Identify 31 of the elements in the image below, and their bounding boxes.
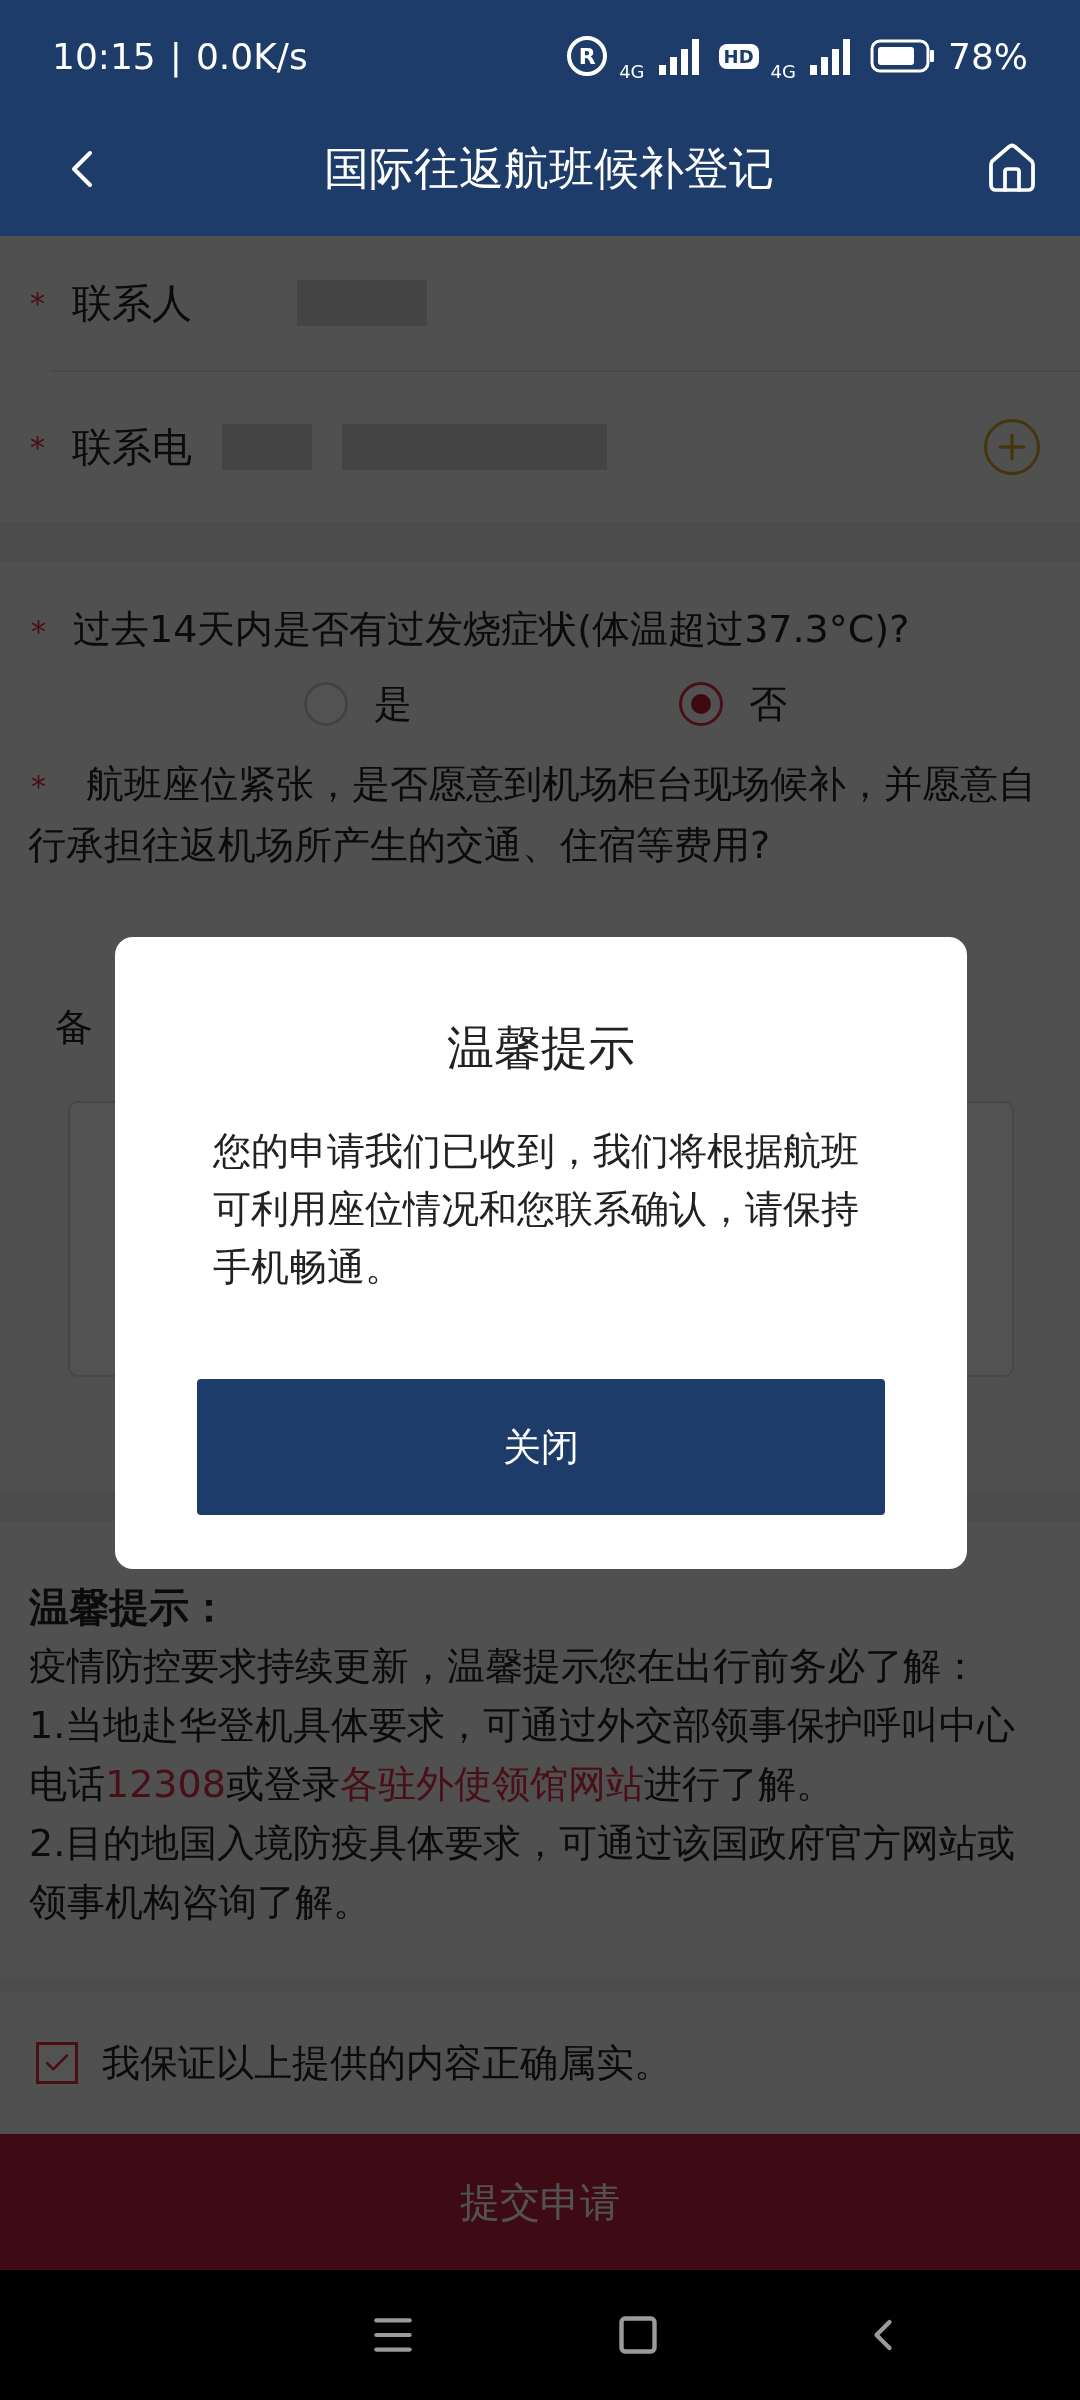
hd-icon: HD — [718, 43, 759, 69]
page-title: 国际往返航班候补登记 — [324, 141, 774, 197]
battery-percent: 78% — [948, 35, 1028, 77]
dialog-title: 温馨提示 — [447, 1019, 635, 1077]
agreement-text: 我保证以上提供的内容正确属实。 — [102, 2039, 672, 2087]
submit-button[interactable]: 提交申请 — [0, 2134, 1080, 2270]
link[interactable]: 各驻外使领馆网站 — [339, 1762, 644, 1806]
battery-icon — [870, 39, 936, 73]
network-type: 4G — [770, 60, 796, 82]
clock-time: 10:15 — [52, 35, 156, 77]
tip-text: 2.目的地国入境防疫具体要求，可通过该国政府官方网站或领事机构咨询了解。 — [28, 1820, 1017, 1926]
radio-option[interactable]: 否 — [679, 678, 1054, 730]
tip-text: 1.当地赴华登机具体要求，可通过外交部领事保护呼叫中心电话12308或登录各驻外使领馆网站进行了解。 — [28, 1702, 1017, 1808]
roaming-icon: R — [567, 36, 608, 76]
question-text: * 过去14天内是否有过发烧症状(体温超过37.3°C)? — [30, 606, 911, 653]
link[interactable]: 12308 — [105, 1762, 226, 1806]
required-mark: * — [29, 429, 46, 465]
tips-title: 温馨提示： — [28, 1583, 230, 1632]
checkbox[interactable] — [36, 2042, 78, 2084]
network-type: 4G — [619, 60, 645, 82]
tip-text: 疫情防控要求持续更新，温馨提示您在出行前务必了解： — [28, 1643, 980, 1690]
separator: | — [169, 35, 182, 77]
field-label: 联系电 — [72, 422, 192, 472]
close-button[interactable]: 关闭 — [197, 1379, 885, 1515]
field-label: 备 — [54, 1005, 93, 1049]
dialog-message: 您的申请我们已收到，我们将根据航班可利用座位情况和您联系确认，请保持手机畅通。 — [213, 1128, 860, 1291]
radio-option[interactable]: 是 — [304, 678, 679, 730]
network-speed: 0.0K/s — [195, 35, 308, 77]
question-text: * 航班座位紧张，是否愿意到机场柜台现场候补，并愿意自行承担往返机场所产生的交通、住宿等费用? — [27, 761, 1037, 869]
field-label: 联系人 — [72, 278, 192, 328]
required-mark: * — [29, 285, 46, 321]
